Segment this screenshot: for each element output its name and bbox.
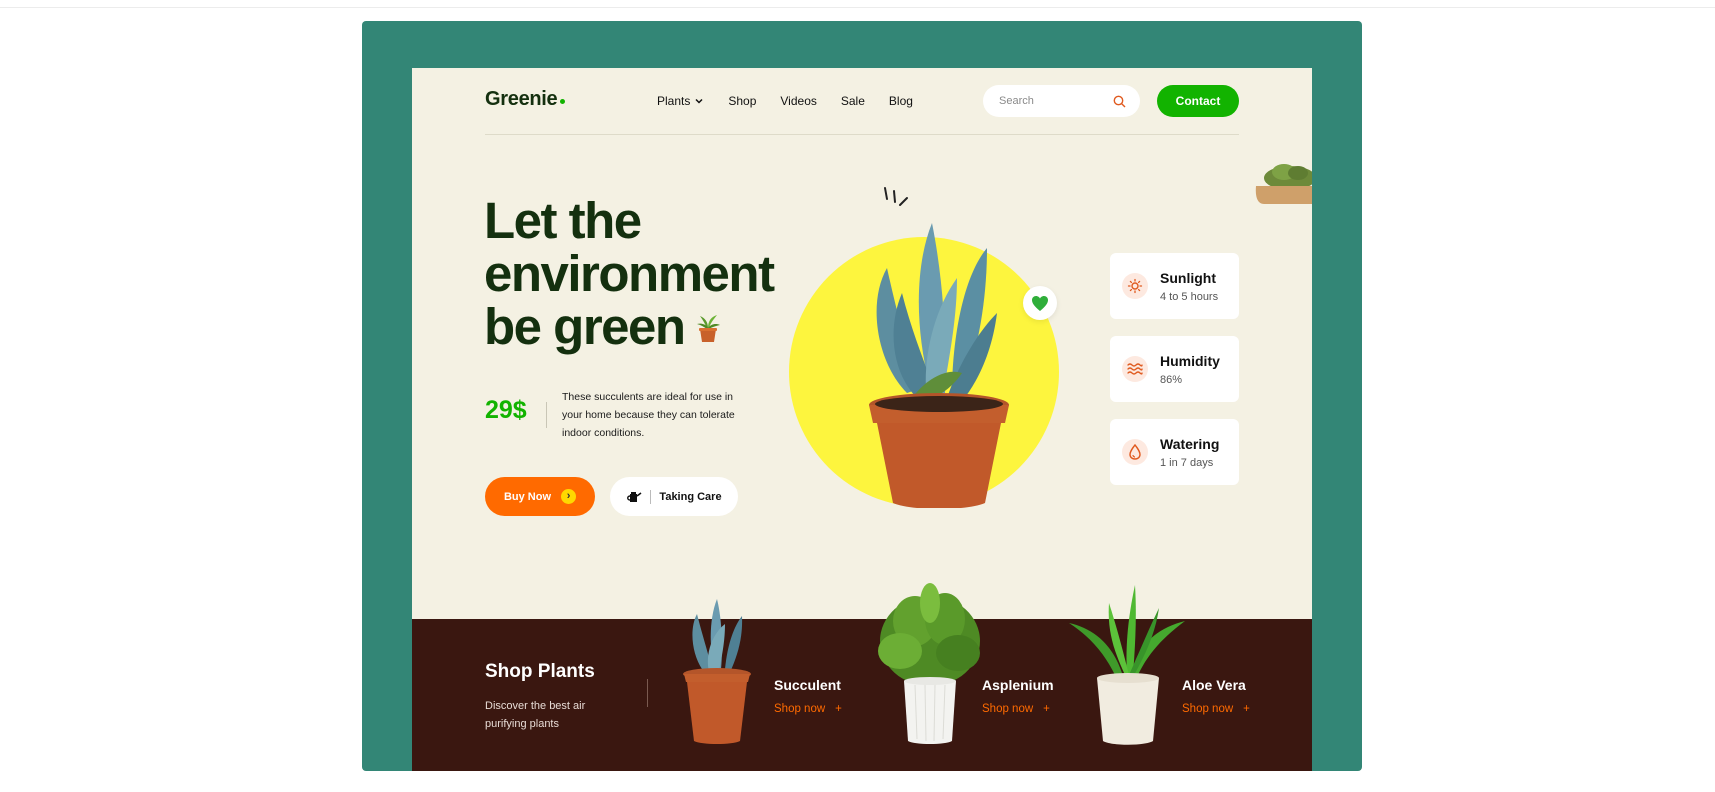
product-asplenium: Asplenium Shop now + bbox=[982, 677, 1054, 715]
stat-value: 4 to 5 hours bbox=[1160, 290, 1219, 303]
water-drop-icon bbox=[1122, 439, 1148, 465]
taking-care-label: Taking Care bbox=[659, 490, 722, 503]
plus-icon: + bbox=[1043, 703, 1050, 715]
main-nav: Plants Shop Videos Sale Blog bbox=[657, 94, 913, 108]
sun-icon bbox=[1122, 273, 1148, 299]
succulent-product-image bbox=[683, 599, 751, 744]
price: 29$ bbox=[485, 396, 527, 424]
product-aloe-vera: Aloe Vera Shop now + bbox=[1182, 677, 1250, 715]
product-succulent: Succulent Shop now + bbox=[774, 677, 842, 715]
nav-item-blog[interactable]: Blog bbox=[889, 94, 913, 108]
product-name: Succulent bbox=[774, 677, 841, 693]
headline-line-wrap: be green bbox=[484, 300, 784, 353]
waves-icon bbox=[1122, 356, 1148, 382]
nav-item-shop[interactable]: Shop bbox=[728, 94, 756, 108]
stat-card-humidity: Humidity 86% bbox=[1110, 336, 1239, 402]
product-name: Aloe Vera bbox=[1182, 677, 1246, 693]
plus-icon: + bbox=[1243, 703, 1250, 715]
care-divider bbox=[650, 489, 652, 504]
landing-page: Greenie Plants Shop Videos Sale Blog Con… bbox=[412, 68, 1312, 771]
chevron-right-icon: › bbox=[561, 489, 577, 504]
buy-now-label: Buy Now bbox=[503, 490, 552, 503]
stat-card-watering: Watering 1 in 7 days bbox=[1110, 419, 1239, 485]
shop-divider bbox=[647, 679, 648, 707]
shop-subtitle: Discover the best air purifying plants bbox=[485, 700, 586, 730]
shop-now-link[interactable]: Shop now + bbox=[1182, 703, 1250, 715]
price-divider bbox=[546, 402, 547, 428]
chevron-down-icon bbox=[695, 98, 703, 104]
shop-plants-section: Shop Plants Discover the best air purify… bbox=[412, 583, 1312, 771]
stat-title: Watering bbox=[1160, 435, 1220, 452]
shop-now-link[interactable]: Shop now + bbox=[982, 703, 1054, 715]
shop-now-link[interactable]: Shop now + bbox=[774, 703, 842, 715]
product-name: Asplenium bbox=[982, 677, 1054, 693]
search-box bbox=[983, 85, 1140, 117]
heart-icon bbox=[1032, 295, 1048, 311]
search-icon[interactable] bbox=[1113, 95, 1126, 108]
hanging-planter-image bbox=[1255, 164, 1312, 204]
headline-line: Let the bbox=[484, 192, 642, 249]
logo-dot bbox=[560, 99, 566, 104]
nav-item-label: Videos bbox=[780, 94, 817, 108]
stat-title: Humidity bbox=[1160, 352, 1220, 369]
potted-plant-icon bbox=[696, 314, 720, 342]
plus-icon: + bbox=[835, 703, 842, 715]
shop-now-label: Shop now bbox=[982, 703, 1034, 715]
succulent-plant-image bbox=[869, 187, 1009, 508]
favorite-button[interactable] bbox=[1023, 286, 1057, 320]
buy-now-button[interactable]: Buy Now › bbox=[485, 477, 595, 516]
nav-item-label: Plants bbox=[657, 94, 691, 108]
top-divider bbox=[0, 7, 1715, 8]
nav-item-label: Sale bbox=[840, 94, 865, 108]
nav-item-sale[interactable]: Sale bbox=[841, 94, 865, 108]
taking-care-button[interactable]: Taking Care bbox=[610, 477, 738, 516]
headline-line: environment bbox=[484, 245, 775, 302]
nav-item-plants[interactable]: Plants bbox=[657, 94, 704, 108]
nav-divider bbox=[485, 134, 1239, 135]
product-description: These succulents are ideal for use in yo… bbox=[562, 391, 735, 439]
aloe-vera-product-image bbox=[1069, 585, 1185, 745]
stat-value: 1 in 7 days bbox=[1160, 456, 1214, 469]
brand-name: Greenie bbox=[485, 88, 558, 110]
shop-now-label: Shop now bbox=[1182, 703, 1234, 715]
stat-title: Sunlight bbox=[1160, 269, 1216, 286]
nav-item-label: Shop bbox=[728, 94, 757, 108]
stat-card-sunlight: Sunlight 4 to 5 hours bbox=[1110, 253, 1239, 319]
asplenium-product-image bbox=[878, 583, 980, 744]
headline-line: be green bbox=[484, 298, 686, 355]
contact-button[interactable]: Contact bbox=[1157, 85, 1239, 117]
shop-now-label: Shop now bbox=[774, 703, 826, 715]
brand-logo[interactable]: Greenie bbox=[485, 88, 566, 111]
hero-headline: Let the environment be green bbox=[484, 194, 784, 353]
nav-item-videos[interactable]: Videos bbox=[780, 94, 816, 108]
nav-item-label: Blog bbox=[888, 94, 913, 108]
search-input[interactable] bbox=[999, 95, 1099, 107]
shop-title: Shop Plants bbox=[485, 661, 595, 682]
stat-value: 86% bbox=[1160, 373, 1183, 386]
watering-can-icon bbox=[627, 491, 642, 502]
